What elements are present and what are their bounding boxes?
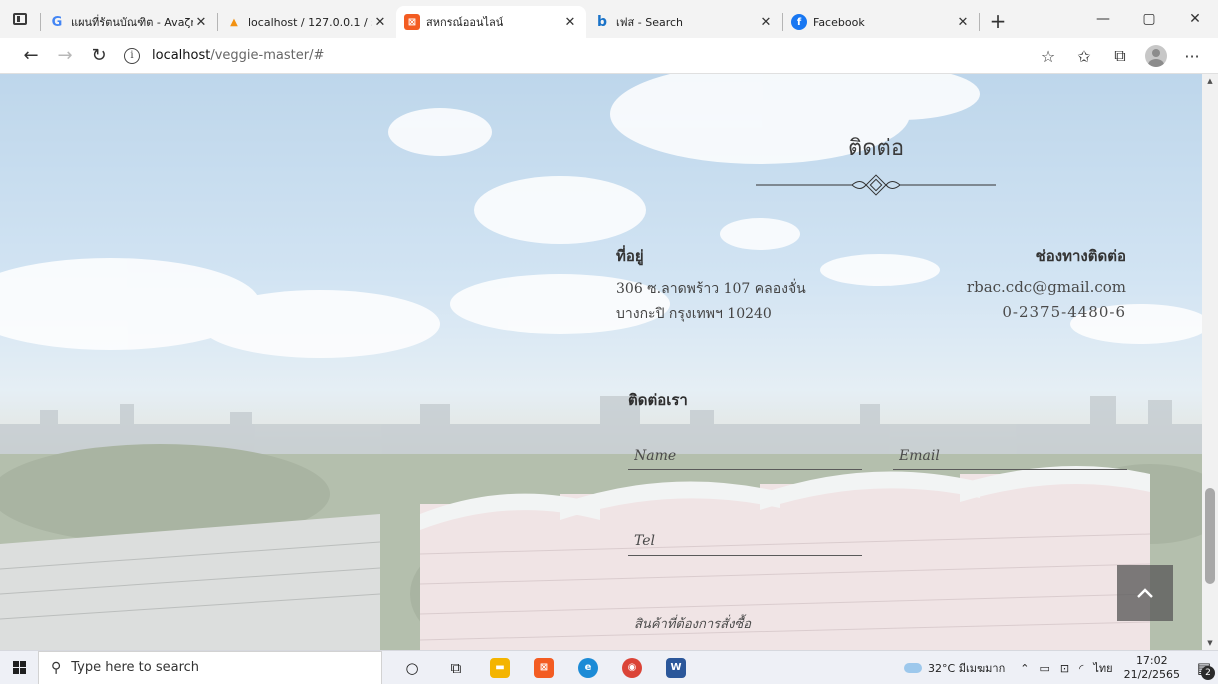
phpmyadmin-icon: ▲ — [230, 16, 238, 28]
tab-phpmyadmin[interactable]: ▲ localhost / 127.0.0.1 / saha ✕ — [218, 7, 396, 37]
scrollbar-thumb[interactable] — [1205, 488, 1215, 584]
tab-title: สหกรณ์ออนไลน์ — [426, 16, 504, 29]
tab-google-maps[interactable]: G แผนที่รัตนบัณฑิต - Avaζήτη ✕ — [41, 7, 217, 37]
xampp-icon: ⊠ — [404, 14, 420, 30]
clock-date: 21/2/2565 — [1123, 668, 1180, 681]
section-title: ติดต่อ — [847, 136, 905, 161]
taskbar: ⚲ Type here to search ○ ⧉ ▬ ⊠ e ◉ W 32°C… — [0, 650, 1218, 684]
close-tab-icon[interactable]: ✕ — [562, 15, 578, 30]
edge-taskbar-icon[interactable]: e — [566, 651, 610, 684]
web-page: ติดต่อ ที่อยู่ 306 ซ.ลาดพร้าว 107 คลองจั… — [0, 74, 1202, 650]
more-menu-icon[interactable]: ··· — [1174, 40, 1210, 72]
task-view-icon[interactable]: ⧉ — [434, 651, 478, 684]
weather-text: 32°C มีเมฆมาก — [928, 662, 1006, 675]
tab-title: Facebook — [813, 15, 865, 29]
system-tray: 32°C มีเมฆมาก ⌃ ▭ ⊡ ◜ ไทย 17:02 21/2/256… — [904, 651, 1218, 684]
chrome-taskbar-icon[interactable]: ◉ — [610, 651, 654, 684]
windows-icon — [12, 661, 26, 674]
xampp-icon: ⊠ — [534, 657, 554, 678]
refresh-button[interactable]: ↻ — [82, 40, 116, 72]
bing-icon: b — [596, 14, 608, 30]
word-taskbar-icon[interactable]: W — [654, 651, 698, 684]
product-field[interactable] — [628, 610, 1126, 638]
address-line: 306 ซ.ลาดพร้าว 107 คลองจั่น — [616, 281, 806, 297]
back-button[interactable]: ← — [14, 40, 48, 72]
taskbar-search-box[interactable]: ⚲ Type here to search — [38, 650, 382, 684]
close-window-button[interactable]: ✕ — [1172, 0, 1218, 38]
folder-icon: ▬ — [490, 657, 510, 678]
tab-actions-icon — [13, 13, 27, 25]
tab-sahakorn-online[interactable]: ⊠ สหกรณ์ออนไลน์ ✕ — [396, 6, 586, 38]
notification-count-badge: 2 — [1201, 666, 1215, 680]
chevron-up-icon — [1137, 588, 1153, 598]
avatar — [1145, 45, 1167, 67]
battery-icon[interactable]: ▭ — [1039, 662, 1049, 675]
notification-center-button[interactable]: ▤ 2 — [1190, 651, 1218, 684]
tel-field[interactable] — [628, 526, 862, 556]
restore-button[interactable]: ▢ — [1126, 0, 1172, 38]
toolbar-right: ☆ ✩ ⧉ ··· — [1030, 38, 1210, 74]
contact-form-heading: ติดต่อเรา — [628, 391, 688, 409]
cortana-icon[interactable]: ○ — [390, 651, 434, 684]
clock[interactable]: 17:02 21/2/2565 — [1124, 654, 1180, 682]
forward-button[interactable]: → — [48, 40, 82, 72]
chrome-icon: ◉ — [622, 657, 642, 678]
google-icon: G — [51, 14, 63, 30]
tab-separator — [979, 13, 980, 31]
meet-now-icon[interactable]: ⊡ — [1060, 662, 1069, 675]
cloud-icon — [904, 663, 923, 673]
favorites-icon[interactable]: ✩ — [1066, 40, 1102, 72]
close-tab-icon[interactable]: ✕ — [758, 15, 774, 30]
tab-strip: G แผนที่รัตนบัณฑิต - Avaζήτη ✕ ▲ localho… — [0, 0, 1218, 38]
email-field[interactable] — [893, 442, 1127, 470]
url-field[interactable]: i localhost/veggie-master/# — [124, 42, 1054, 70]
scroll-up-arrow-icon[interactable]: ▲ — [1202, 74, 1218, 88]
xampp-taskbar-icon[interactable]: ⊠ — [522, 651, 566, 684]
tab-title: localhost / 127.0.0.1 / saha — [248, 15, 372, 29]
facebook-icon: f — [791, 14, 807, 30]
word-icon: W — [666, 657, 686, 678]
name-field[interactable] — [628, 442, 862, 470]
tab-facebook[interactable]: f Facebook ✕ — [783, 7, 979, 37]
weather-widget[interactable]: 32°C มีเมฆมาก — [904, 659, 1005, 677]
tab-title: เฟส - Search — [616, 16, 684, 29]
background-overlay — [0, 74, 1202, 650]
file-explorer-icon[interactable]: ▬ — [478, 651, 522, 684]
address-bar: ← → ↻ i localhost/veggie-master/# ☆ ✩ ⧉ … — [0, 38, 1218, 74]
url-host: localhost — [152, 48, 211, 63]
pinned-apps: ○ ⧉ ▬ ⊠ e ◉ W — [390, 651, 698, 684]
edge-icon: e — [578, 657, 598, 678]
contact-phone: 0-2375-4480-6 — [1002, 303, 1126, 321]
chevron-up-icon[interactable]: ⌃ — [1020, 662, 1029, 675]
search-placeholder: Type here to search — [71, 660, 200, 675]
minimize-button[interactable]: — — [1080, 0, 1126, 38]
add-favorite-icon[interactable]: ☆ — [1030, 40, 1066, 72]
site-info-icon[interactable]: i — [124, 47, 140, 64]
clock-time: 17:02 — [1135, 654, 1168, 667]
start-button[interactable] — [0, 651, 38, 684]
profile-button[interactable] — [1138, 40, 1174, 72]
ornament-divider-icon — [756, 174, 996, 196]
address-heading: ที่อยู่ — [616, 247, 644, 265]
contact-channels-heading: ช่องทางติดต่อ — [1035, 247, 1126, 265]
wifi-icon[interactable]: ◜ — [1079, 662, 1083, 675]
url-path: /veggie-master/# — [210, 48, 325, 63]
close-tab-icon[interactable]: ✕ — [372, 15, 388, 30]
tab-title: แผนที่รัตนบัณฑิต - Avaζήτη — [71, 16, 193, 29]
back-to-top-button[interactable] — [1117, 565, 1173, 621]
close-tab-icon[interactable]: ✕ — [193, 15, 209, 30]
close-tab-icon[interactable]: ✕ — [955, 15, 971, 30]
scroll-down-arrow-icon[interactable]: ▼ — [1202, 636, 1218, 650]
contact-email: rbac.cdc@gmail.com — [966, 278, 1126, 296]
tab-bing-search[interactable]: b เฟส - Search ✕ — [586, 7, 782, 37]
search-icon: ⚲ — [51, 659, 62, 676]
tab-actions-button[interactable] — [0, 0, 40, 38]
address-line: บางกะปิ กรุงเทพฯ 10240 — [616, 306, 772, 322]
window-controls: — ▢ ✕ — [1080, 0, 1218, 38]
new-tab-button[interactable]: + — [984, 7, 1012, 35]
collections-icon[interactable]: ⧉ — [1102, 40, 1138, 72]
input-language[interactable]: ไทย — [1093, 659, 1112, 677]
page-scrollbar[interactable]: ▲ ▼ — [1202, 74, 1218, 650]
